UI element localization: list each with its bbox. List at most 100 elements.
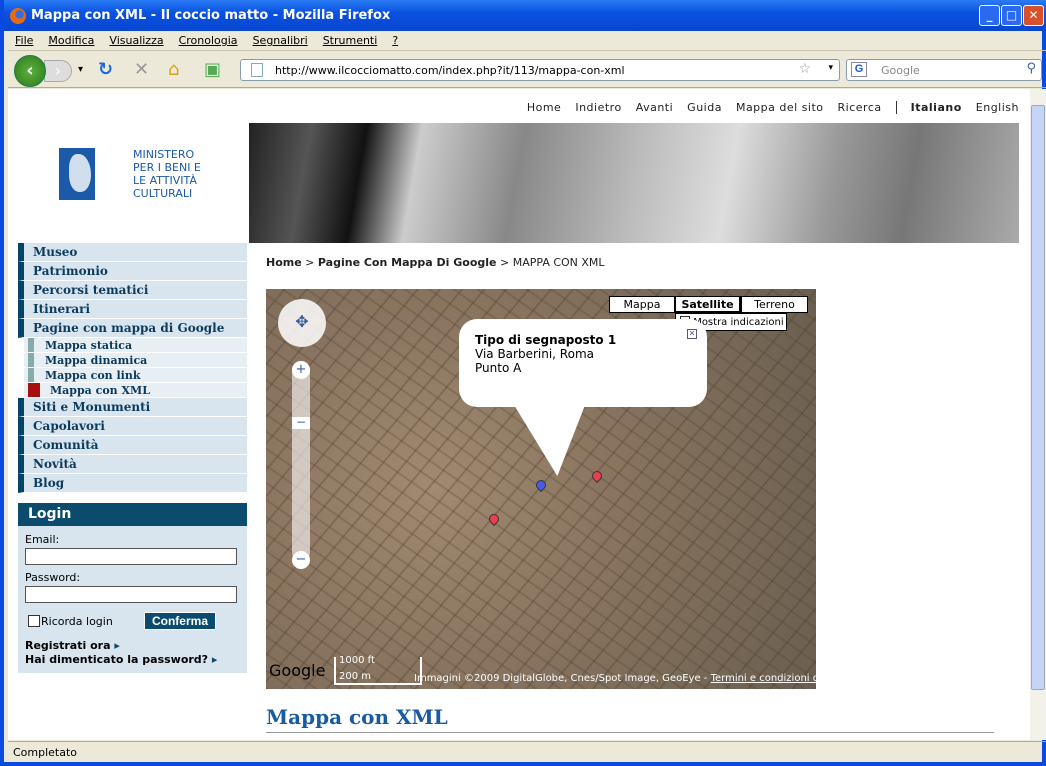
lang-italiano[interactable]: Italiano bbox=[895, 101, 962, 114]
copyright-text: Immagini ©2009 DigitalGlobe, Cnes/Spot I… bbox=[414, 673, 708, 684]
menu-help[interactable]: ? bbox=[392, 34, 398, 47]
page-icon bbox=[251, 63, 263, 77]
vertical-scrollbar[interactable] bbox=[1030, 89, 1046, 740]
minimize-button[interactable]: _ bbox=[979, 5, 1000, 26]
map-type-terreno[interactable]: Terreno bbox=[741, 296, 808, 313]
sidebar-item-museo[interactable]: Museo bbox=[18, 243, 247, 262]
firefox-icon bbox=[10, 7, 26, 24]
forgot-text: Hai dimenticato la password? bbox=[25, 653, 209, 666]
register-link[interactable]: Registrati ora ▸ bbox=[25, 639, 120, 652]
breadcrumb-current: MAPPA CON XML bbox=[512, 256, 605, 269]
back-button[interactable]: ‹ bbox=[14, 55, 46, 87]
navigation-toolbar: › ‹ ▾ ↻ ✕ ⌂ ▣ http://www.ilcocciomatto.c… bbox=[8, 52, 1046, 88]
forward-button[interactable]: › bbox=[44, 60, 72, 82]
google-engine-icon[interactable]: G bbox=[851, 62, 867, 77]
marker-blue[interactable] bbox=[533, 477, 549, 493]
sidebar-item-percorsi[interactable]: Percorsi tematici bbox=[18, 281, 247, 300]
menu-modifica[interactable]: Modifica bbox=[48, 34, 94, 47]
menu-bar: File Modifica Visualizza Cronologia Segn… bbox=[8, 31, 1046, 51]
close-button[interactable]: ✕ bbox=[1023, 5, 1044, 26]
menu-file[interactable]: File bbox=[15, 34, 33, 47]
reload-icon[interactable]: ↻ bbox=[98, 60, 113, 80]
sidebar-subitem-dinamica[interactable]: Mappa dinamica bbox=[18, 353, 247, 368]
info-close-icon[interactable]: ✕ bbox=[687, 329, 697, 339]
link-indietro[interactable]: Indietro bbox=[575, 101, 621, 114]
menu-visualizza[interactable]: Visualizza bbox=[109, 34, 163, 47]
scale-ft: 1000 ft bbox=[339, 655, 375, 666]
link-guida[interactable]: Guida bbox=[687, 101, 722, 114]
login-title: Login bbox=[18, 503, 247, 526]
google-logo[interactable]: Google bbox=[269, 661, 325, 680]
info-window-tail bbox=[514, 406, 618, 476]
star-icon[interactable]: ☆ bbox=[798, 61, 811, 77]
page-title: Mappa con XML bbox=[266, 705, 448, 729]
forgot-password-link[interactable]: Hai dimenticato la password? ▸ bbox=[25, 653, 217, 666]
menu-cronologia[interactable]: Cronologia bbox=[179, 34, 238, 47]
login-box: Login Email: Password: Ricorda login Con… bbox=[18, 503, 247, 673]
url-bar[interactable]: http://www.ilcocciomatto.com/index.php?i… bbox=[240, 59, 840, 81]
menu-strumenti[interactable]: Strumenti bbox=[323, 34, 378, 47]
page-content: Home Indietro Avanti Guida Mappa del sit… bbox=[8, 89, 1030, 740]
scale-m: 200 m bbox=[339, 671, 372, 682]
link-avanti[interactable]: Avanti bbox=[636, 101, 673, 114]
remember-checkbox[interactable] bbox=[28, 615, 40, 627]
search-box[interactable]: G Google ⚲ bbox=[846, 59, 1042, 81]
password-label: Password: bbox=[25, 571, 81, 584]
sidebar-item-patrimonio[interactable]: Patrimonio bbox=[18, 262, 247, 281]
terms-link[interactable]: Termini e condizioni d'uso bbox=[711, 673, 816, 684]
map-type-mappa[interactable]: Mappa bbox=[609, 296, 675, 313]
marker-red[interactable] bbox=[486, 511, 502, 527]
browser-window: Mappa con XML - Il coccio matto - Mozill… bbox=[0, 0, 1046, 766]
link-home[interactable]: Home bbox=[527, 101, 561, 114]
sidebar-item-pagine-google[interactable]: Pagine con mappa di Google bbox=[18, 319, 247, 338]
link-mappa-sito[interactable]: Mappa del sito bbox=[736, 101, 824, 114]
sidebar-subitem-xml[interactable]: Mappa con XML bbox=[18, 383, 247, 398]
remember-label: Ricorda login bbox=[41, 615, 113, 628]
sidebar-subitem-link[interactable]: Mappa con link bbox=[18, 368, 247, 383]
info-address: Via Barberini, Roma bbox=[475, 347, 594, 361]
email-label: Email: bbox=[25, 533, 60, 546]
zoom-handle[interactable]: − bbox=[292, 416, 310, 429]
home-icon[interactable]: ⌂ bbox=[168, 60, 179, 80]
top-links: Home Indietro Avanti Guida Mappa del sit… bbox=[513, 101, 1019, 114]
login-submit-button[interactable]: Conferma bbox=[144, 612, 216, 630]
zoom-out-button[interactable]: − bbox=[292, 551, 310, 569]
sidebar-item-blog[interactable]: Blog bbox=[18, 474, 247, 493]
menu-segnalibri[interactable]: Segnalibri bbox=[253, 34, 308, 47]
sidebar-item-itinerari[interactable]: Itinerari bbox=[18, 300, 247, 319]
divider bbox=[266, 732, 994, 733]
status-text: Completato bbox=[13, 746, 78, 759]
sidebar-item-siti[interactable]: Siti e Monumenti bbox=[18, 398, 247, 417]
pan-control[interactable]: ✥ bbox=[278, 299, 326, 347]
register-text: Registrati ora bbox=[25, 639, 111, 652]
maximize-button[interactable]: □ bbox=[1001, 5, 1022, 26]
breadcrumb-home[interactable]: Home bbox=[266, 256, 302, 269]
search-icon[interactable]: ⚲ bbox=[1026, 61, 1036, 76]
url-dropdown-icon[interactable]: ▾ bbox=[828, 63, 833, 73]
password-field[interactable] bbox=[25, 586, 237, 603]
stop-icon[interactable]: ✕ bbox=[134, 60, 149, 80]
info-window: Tipo di segnaposto 1 Via Barberini, Roma… bbox=[459, 319, 707, 407]
mibac-logo bbox=[59, 148, 95, 200]
map-copyright: Immagini ©2009 DigitalGlobe, Cnes/Spot I… bbox=[414, 673, 816, 684]
breadcrumb-parent[interactable]: Pagine Con Mappa Di Google bbox=[318, 256, 497, 269]
history-dropdown-icon[interactable]: ▾ bbox=[78, 60, 83, 80]
zoom-slider[interactable] bbox=[292, 361, 310, 561]
sidebar-item-capolavori[interactable]: Capolavori bbox=[18, 417, 247, 436]
info-point: Punto A bbox=[475, 361, 522, 375]
sidebar-subitem-statica[interactable]: Mappa statica bbox=[18, 338, 247, 353]
url-text: http://www.ilcocciomatto.com/index.php?i… bbox=[275, 64, 625, 77]
scrollbar-thumb[interactable] bbox=[1031, 105, 1045, 690]
show-labels-text: Mostra indicazioni bbox=[693, 317, 784, 328]
map-type-satellite[interactable]: Satellite bbox=[675, 296, 741, 313]
title-bar: Mappa con XML - Il coccio matto - Mozill… bbox=[4, 0, 1046, 31]
ministry-name: MINISTERO PER I BENI E LE ATTIVITÀ CULTURAL… bbox=[133, 148, 201, 200]
sidebar-item-novita[interactable]: Novità bbox=[18, 455, 247, 474]
lang-english[interactable]: English bbox=[976, 101, 1019, 114]
email-field[interactable] bbox=[25, 548, 237, 565]
google-map[interactable]: ✥ + − − Mappa Satellite Terreno Mostra i… bbox=[266, 289, 816, 689]
link-ricerca[interactable]: Ricerca bbox=[838, 101, 882, 114]
sidebar-item-comunita[interactable]: Comunità bbox=[18, 436, 247, 455]
zoom-in-button[interactable]: + bbox=[292, 361, 310, 379]
bookmark-add-icon[interactable]: ▣ bbox=[204, 60, 221, 80]
